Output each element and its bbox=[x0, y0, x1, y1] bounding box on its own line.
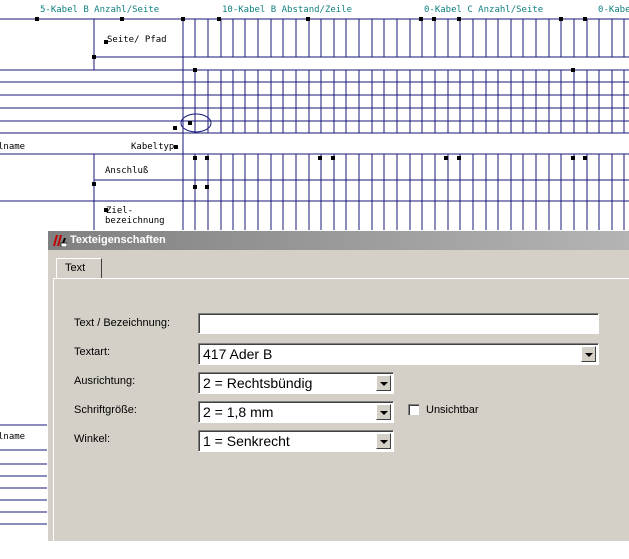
ausrichtung-label: Ausrichtung: bbox=[74, 375, 136, 387]
grip-handle bbox=[583, 17, 587, 21]
ausrichtung-select[interactable]: 2 = Rechtsbündig bbox=[198, 372, 394, 394]
grip-handle bbox=[419, 17, 423, 21]
header-kabel-d: 0-Kabe bbox=[598, 5, 629, 15]
grip-handle bbox=[571, 156, 575, 160]
grip-handle bbox=[120, 17, 124, 21]
winkel-label: Winkel: bbox=[74, 433, 111, 445]
text-bezeichnung-label: Text / Bezeichnung: bbox=[74, 317, 171, 329]
selection-ellipse bbox=[180, 113, 212, 133]
grip-handle bbox=[432, 17, 436, 21]
textart-value: 417 Ader B bbox=[203, 346, 273, 362]
textart-label: Textart: bbox=[74, 346, 111, 358]
grip-handle bbox=[559, 17, 563, 21]
grip-handle bbox=[457, 156, 461, 160]
label-bezeichnung: bezeichnung bbox=[105, 216, 165, 226]
textart-select[interactable]: 417 Ader B bbox=[198, 343, 599, 365]
grip-handle bbox=[188, 121, 192, 125]
ausrichtung-dropdown-button[interactable] bbox=[376, 375, 391, 391]
grip-handle bbox=[444, 156, 448, 160]
grip-handle bbox=[173, 126, 177, 130]
label-ziel: Ziel- bbox=[106, 206, 134, 216]
winkel-select[interactable]: 1 = Senkrecht bbox=[198, 430, 394, 452]
grip-handle bbox=[205, 156, 209, 160]
app-logo-icon bbox=[53, 235, 67, 247]
grip-handle bbox=[571, 68, 575, 72]
ausrichtung-value: 2 = Rechtsbündig bbox=[203, 375, 313, 391]
grip-handle bbox=[205, 185, 209, 189]
grip-handle bbox=[331, 156, 335, 160]
grip-handle bbox=[583, 156, 587, 160]
grip-handle bbox=[306, 17, 310, 21]
grip-handle bbox=[193, 68, 197, 72]
grip-handle bbox=[217, 17, 221, 21]
label-kabeltyp: Kabeltyp bbox=[131, 142, 175, 152]
header-kabel-c-anzahl: 0-Kabel C Anzahl/Seite bbox=[424, 5, 544, 15]
schriftgroesse-dropdown-button[interactable] bbox=[376, 404, 391, 420]
header-kabel-b-abstand: 10-Kabel B Abstand/Zeile bbox=[222, 5, 353, 15]
dialog-title: Texteigenschaften bbox=[70, 234, 166, 246]
grip-handle bbox=[174, 145, 178, 149]
grip-handle bbox=[318, 156, 322, 160]
schriftgroesse-select[interactable]: 2 = 1,8 mm bbox=[198, 401, 394, 423]
winkel-dropdown-button[interactable] bbox=[376, 433, 391, 449]
grip-handle bbox=[92, 55, 96, 59]
unsichtbar-checkbox[interactable] bbox=[408, 404, 419, 415]
grip-handle bbox=[181, 17, 185, 21]
text-bezeichnung-input[interactable] bbox=[198, 313, 599, 334]
grip-handle bbox=[35, 17, 39, 21]
winkel-value: 1 = Senkrecht bbox=[203, 433, 290, 449]
tab-text-label: Text bbox=[65, 262, 86, 274]
schriftgroesse-value: 2 = 1,8 mm bbox=[203, 404, 274, 420]
tab-text[interactable]: Text bbox=[56, 258, 102, 279]
grip-handle bbox=[193, 185, 197, 189]
texteigenschaften-dialog: Texteigenschaften Text Text / Bezeichnun… bbox=[47, 230, 629, 559]
label-name-2: lname bbox=[0, 432, 26, 442]
label-name: lname bbox=[0, 142, 26, 152]
grip-handle bbox=[92, 182, 96, 186]
textart-dropdown-button[interactable] bbox=[581, 346, 596, 362]
grip-handles bbox=[35, 17, 587, 212]
label-anschluss: Anschluß bbox=[105, 166, 149, 176]
grip-handle bbox=[457, 17, 461, 21]
header-kabel-b-anzahl: 5-Kabel B Anzahl/Seite bbox=[40, 5, 160, 15]
unsichtbar-label: Unsichtbar bbox=[426, 404, 479, 416]
grip-handle bbox=[193, 156, 197, 160]
schriftgroesse-label: Schriftgröße: bbox=[74, 404, 137, 416]
label-seite-pfad: Seite/ Pfad bbox=[107, 35, 167, 45]
dialog-titlebar[interactable]: Texteigenschaften bbox=[48, 231, 629, 250]
